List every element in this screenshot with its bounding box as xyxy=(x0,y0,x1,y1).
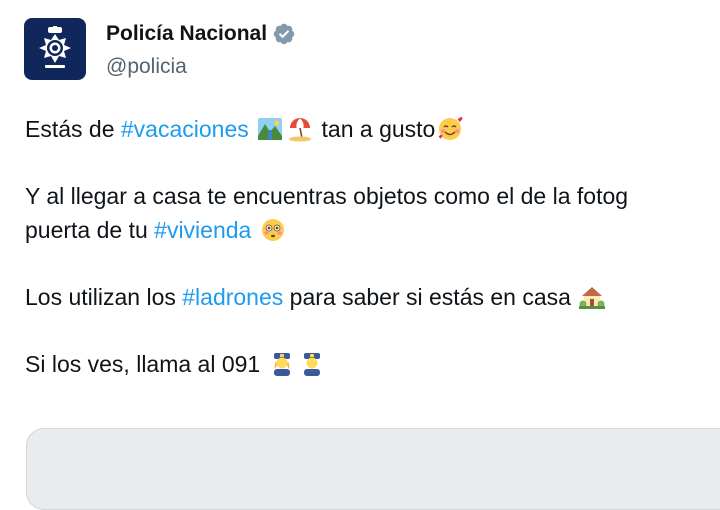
tweet-line-091: Si los ves, llama al 091 xyxy=(25,347,720,381)
beach-umbrella-emoji-icon xyxy=(289,118,312,142)
display-name[interactable]: Policía Nacional xyxy=(106,22,267,46)
account-handle[interactable]: @policia xyxy=(106,55,187,79)
text-segment: puerta de tu xyxy=(25,217,155,243)
text-segment: Si los ves, llama al 091 xyxy=(25,351,261,377)
woman-police-officer-emoji-icon xyxy=(273,353,290,376)
text-segment: Estás de xyxy=(25,116,121,142)
smiling-face-with-hearts-emoji-icon xyxy=(439,117,463,140)
tweet-line-vivienda: puerta de tu #vivienda xyxy=(25,213,720,247)
text-segment: para saber si estás en casa xyxy=(283,284,571,310)
tweet-text: Estás de #vacaciones tan a gusto Y al ll… xyxy=(25,112,720,414)
hashtag-vacaciones[interactable]: #vacaciones xyxy=(121,116,249,142)
hashtag-ladrones[interactable]: #ladrones xyxy=(182,284,283,310)
house-with-garden-emoji-icon xyxy=(579,287,606,309)
tweet-line-ladrones: Los utilizan los #ladrones para saber si… xyxy=(25,280,720,314)
flushed-face-emoji-icon xyxy=(261,219,284,241)
tweet-line-objetos: Y al llegar a casa te encuentras objetos… xyxy=(25,179,720,213)
avatar[interactable] xyxy=(24,18,86,80)
text-segment: Los utilizan los xyxy=(25,284,183,310)
police-badge-icon xyxy=(39,26,71,68)
national-park-emoji-icon xyxy=(258,118,283,140)
text-segment: tan a gusto xyxy=(321,116,436,142)
tweet-line-vacaciones: Estás de #vacaciones tan a gusto xyxy=(25,112,720,146)
tweet-media-image[interactable] xyxy=(26,428,720,510)
account-name-row: Policía Nacional xyxy=(106,22,296,46)
text-segment: Y al llegar a casa te encuentras objetos… xyxy=(25,183,629,209)
man-police-officer-emoji-icon xyxy=(303,353,320,376)
verified-badge-icon[interactable] xyxy=(272,22,296,46)
hashtag-vivienda[interactable]: #vivienda xyxy=(154,217,251,243)
